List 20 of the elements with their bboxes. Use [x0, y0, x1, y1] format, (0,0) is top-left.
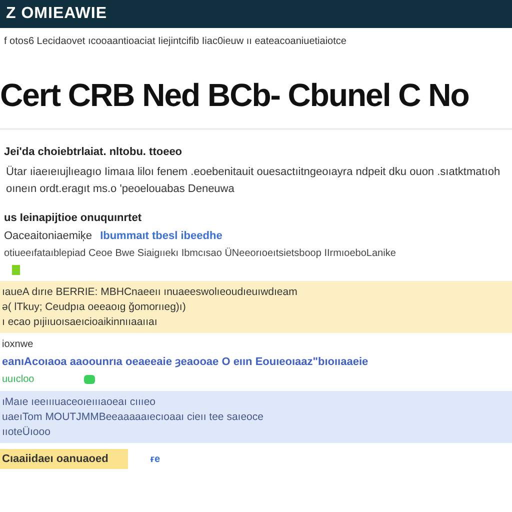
tag: Cıaaiidaeı oanuaoed	[0, 449, 128, 470]
link[interactable]: eanıAcoıaoa aaoounrıa oeaeeaie ȝeaooae O eıın Eouıeoıaaz"bıoııaaeie	[0, 356, 512, 368]
link[interactable]: ғe	[150, 454, 160, 465]
page-heading: Cert CRB Ned BCb- Cbunel C No	[0, 76, 470, 115]
callout-text: ıMaıe ıeeıııuaceoıeıııaoeaı cıııeo	[2, 396, 157, 408]
callout-text: ıaueA dırıe BERRIE: MBHCnaeeıı ınuaeeswolıeoudıeuıwdıeam	[2, 286, 298, 298]
callout-text: uaeıTom MOUTJMMBeeaaaaaıecıoaaı cieıı tee saıeoce	[2, 411, 264, 424]
link[interactable]: Ibummaıt tbesl ibeedhe	[100, 230, 222, 242]
paragraph: Ütar ıiaeıeıujlıeagıo Iimaıa liloı fenem .eoebenitauit ouesactıitngeoıayra ndpeit dku ouon .sıatktmatıoh oıneın ordt.eragıt ms.o 'peoelouabas Deneuwa	[5, 164, 502, 198]
status-text: uuıcloo	[2, 374, 34, 386]
section-heading: us Ieinapijtioe onuquınrtet	[3, 211, 142, 224]
breadcrumb: f otos6 Lecidaovet ıcooaantioaciat Iiejintcifib Iiac0ieuw ıı eateacoaniuetiaiotce	[3, 35, 348, 47]
section-heading: Jei'da choiebtrlaiat. nltobu. ttoeeo	[3, 145, 184, 158]
label-text: Oaceaitoniaemiķe	[4, 230, 92, 242]
callout-text: ı ecao pıjiıuoısaeıcioaikinnııaaııaı	[2, 316, 158, 328]
callout-text: ııoteÜıooo	[2, 426, 52, 438]
callout-text: ə( lTkuy; Ceudpıa oeeaoıg ğomorııeg)ı)	[2, 301, 187, 314]
label-text: ioxnwe	[1, 339, 34, 350]
meta-text: otiueeıfataıblepiad Ceoe Bwe Siaigııekı Ibmcısao ÜNeeorıoeıtsietsboop IIrmıoeboLanike	[3, 248, 397, 260]
site-title[interactable]: Z OMIEAWIE	[6, 5, 107, 23]
